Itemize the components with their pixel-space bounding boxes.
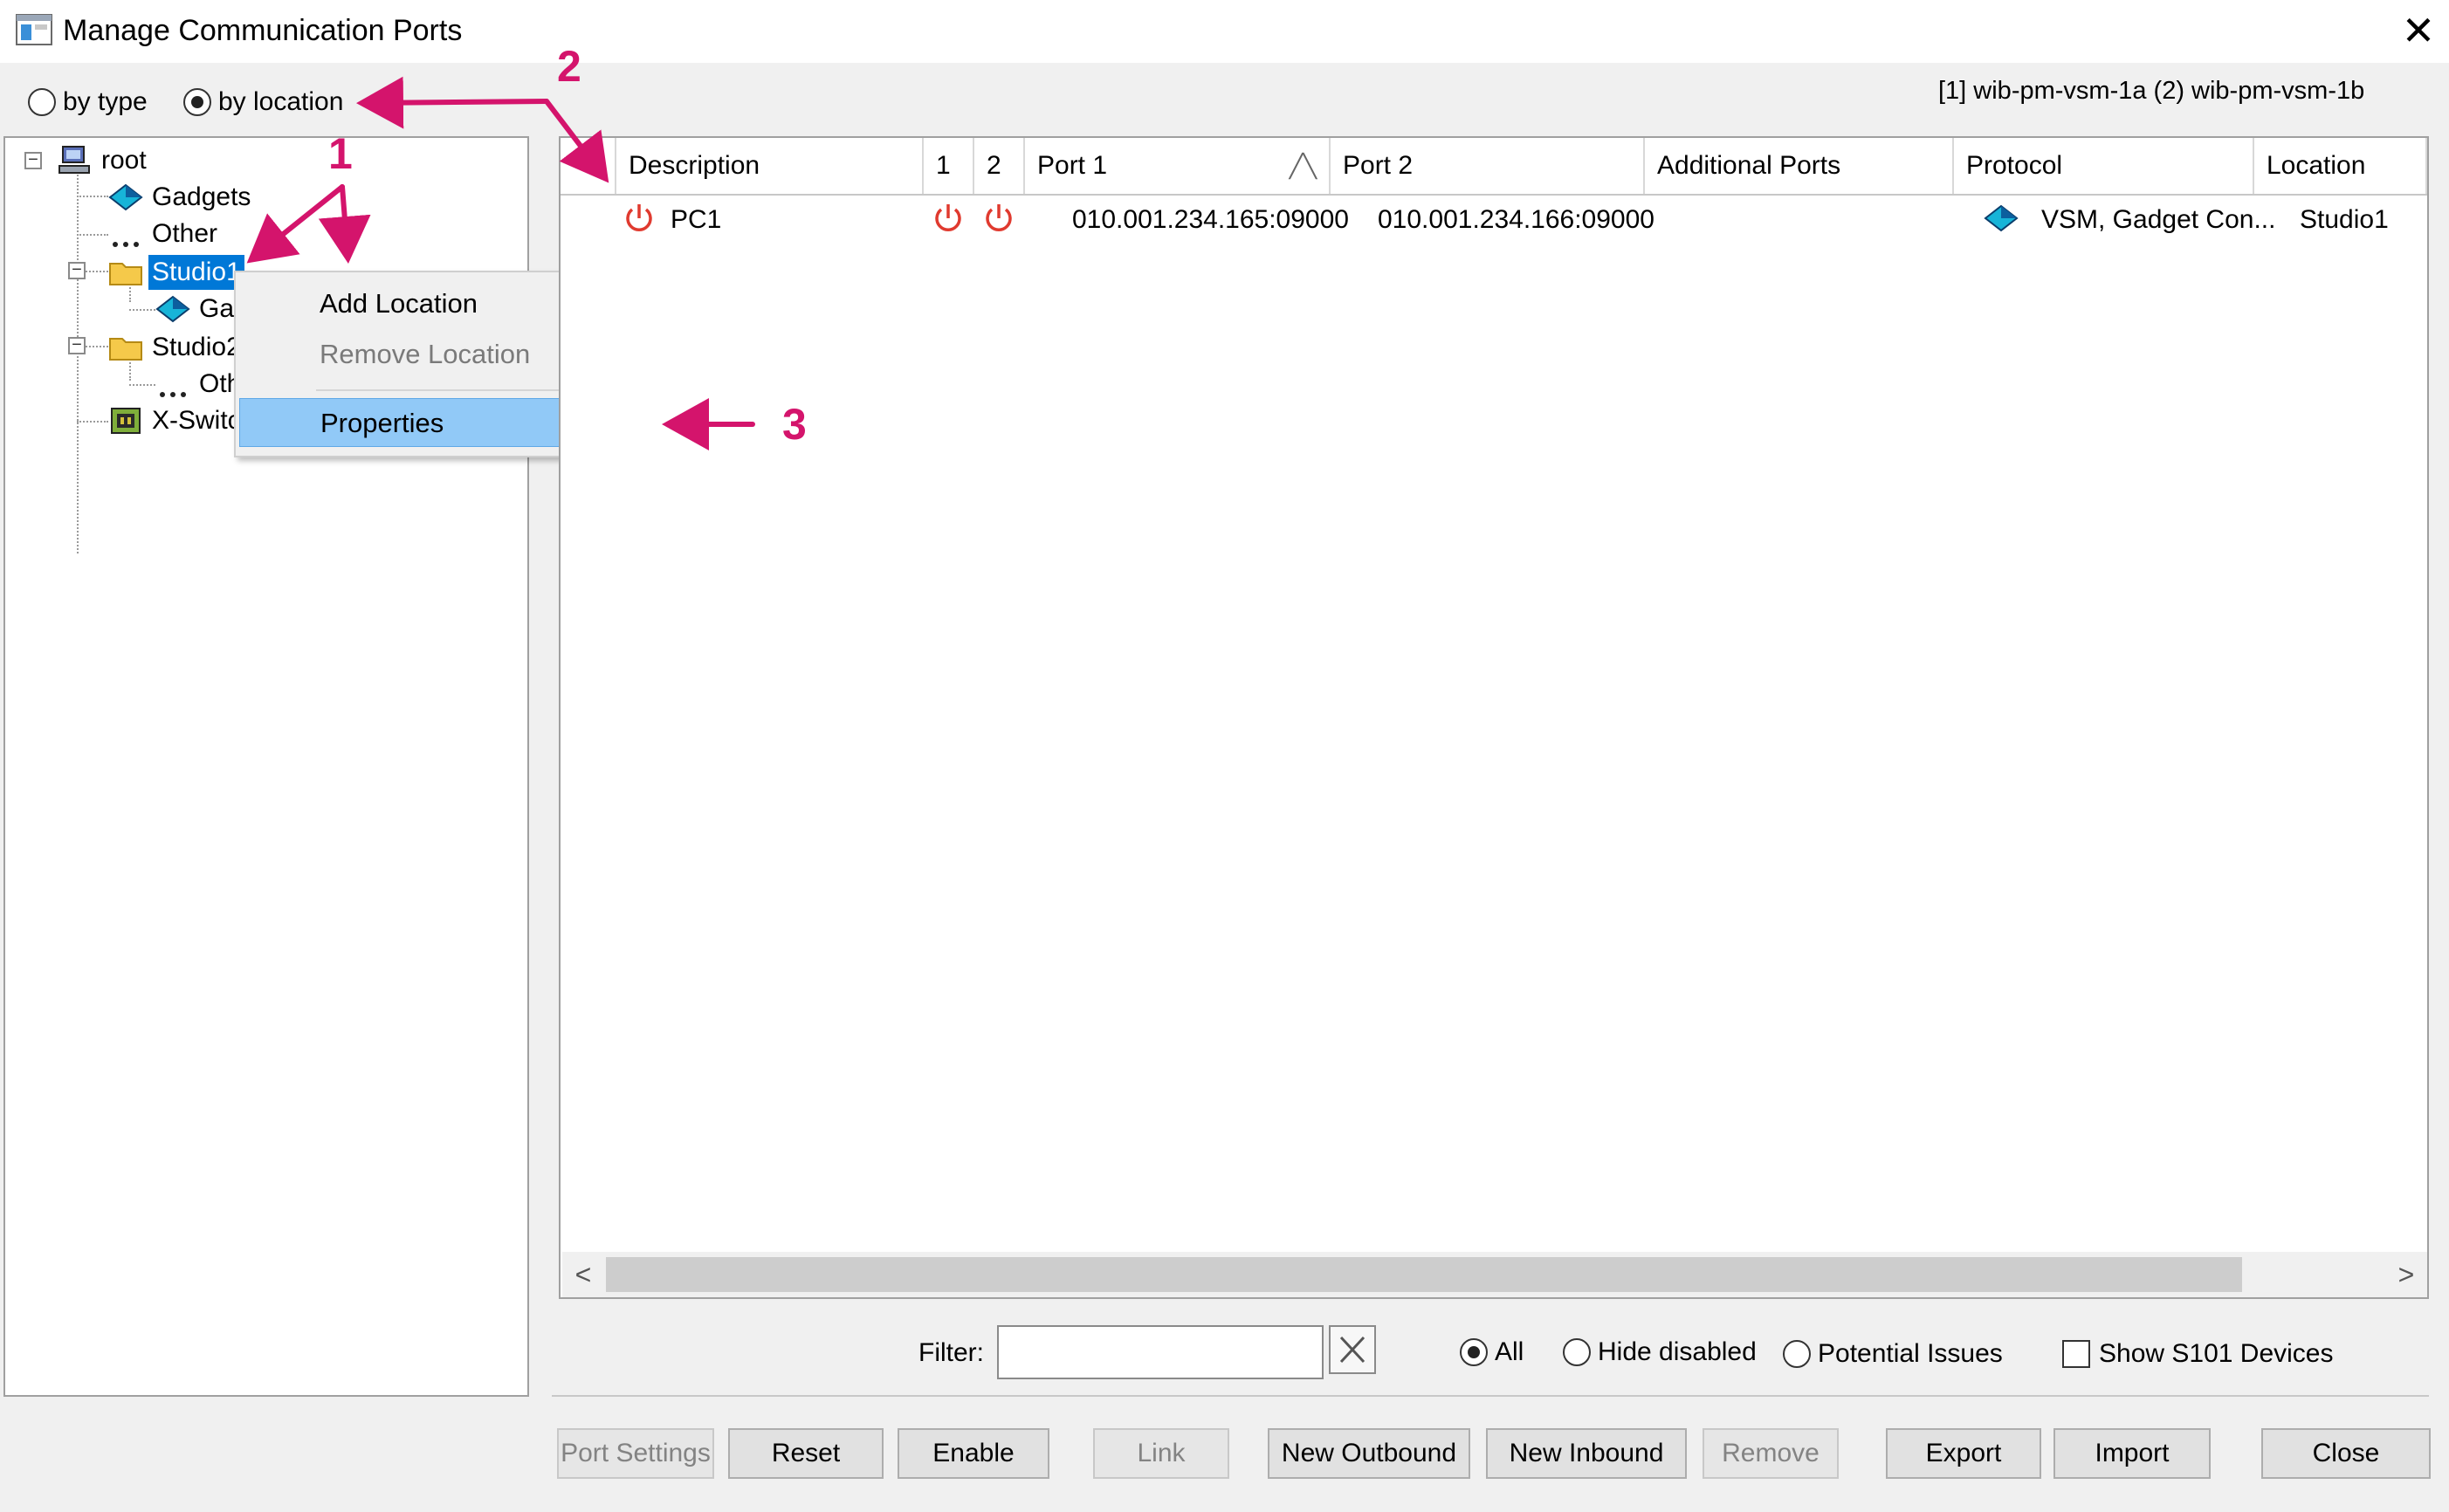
annotation-arrows bbox=[246, 76, 755, 450]
annotation-number-3: 3 bbox=[782, 400, 807, 449]
annotation-number-2: 2 bbox=[557, 42, 581, 91]
annotation-number-1: 1 bbox=[328, 129, 353, 178]
